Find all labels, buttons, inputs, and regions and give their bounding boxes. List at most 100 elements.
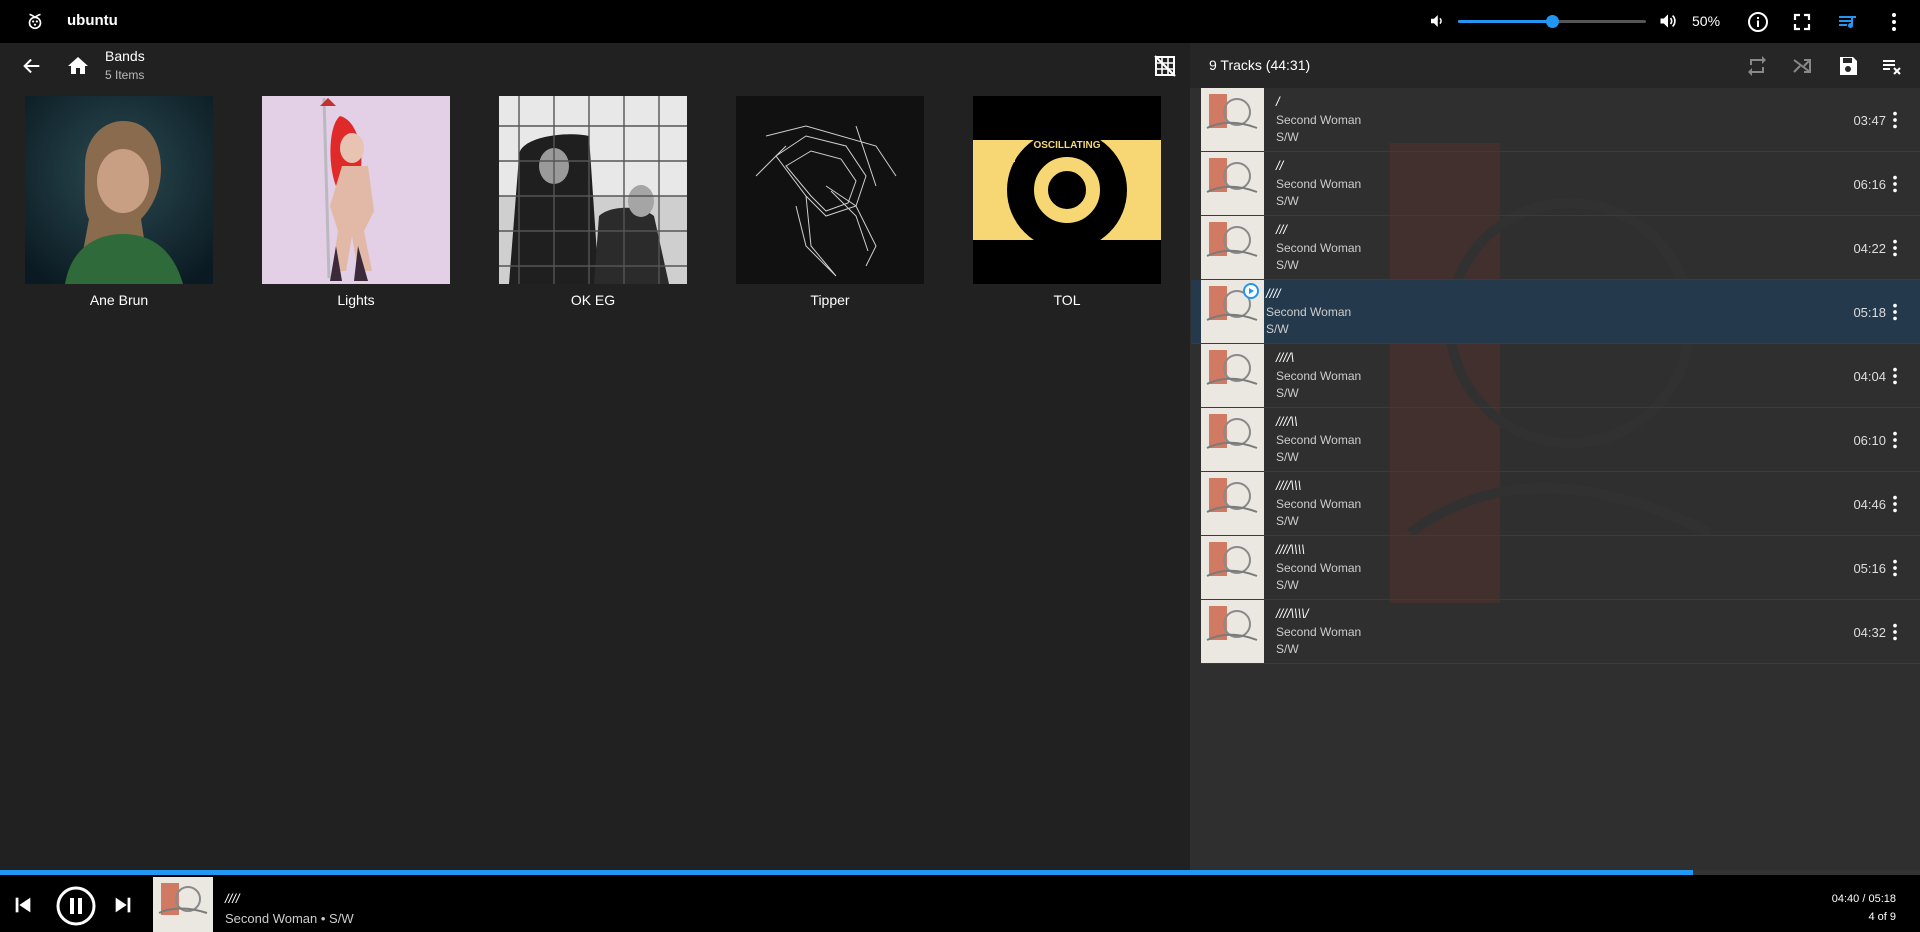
band-card-tol[interactable]: OSCILLATING TOL <box>973 96 1161 308</box>
band-name: Tipper <box>810 292 850 308</box>
volume-down-icon[interactable] <box>1428 12 1446 30</box>
track-artist: Second Woman <box>1276 497 1362 511</box>
track-duration: 04:04 <box>1853 369 1886 384</box>
queue-position: 4 of 9 <box>1868 911 1896 923</box>
save-icon[interactable] <box>1836 54 1860 78</box>
queue-track-row[interactable]: // Second Woman S/W 06:16 <box>1201 152 1920 216</box>
band-cover[interactable]: OSCILLATING <box>973 96 1161 284</box>
track-title: ////\\ <box>1276 414 1298 429</box>
track-thumbnail <box>1201 536 1264 599</box>
track-artist: Second Woman <box>1276 561 1362 575</box>
track-thumbnail <box>1201 600 1264 663</box>
host-name: ubuntu <box>67 12 118 29</box>
track-artist: Second Woman <box>1266 305 1352 319</box>
track-thumbnail <box>1201 280 1264 343</box>
playback-time: 04:40 / 05:18 <box>1831 893 1896 905</box>
browse-header: Bands 5 Items <box>0 43 1190 88</box>
now-playing-title: //// <box>225 891 240 906</box>
track-artist: Second Woman <box>1276 625 1362 639</box>
queue-track-row[interactable]: /// Second Woman S/W 04:22 <box>1201 216 1920 280</box>
band-name: TOL <box>1053 292 1081 308</box>
queue-track-row[interactable]: ////\\\\/ Second Woman S/W 04:32 <box>1201 600 1920 664</box>
page-title: Bands <box>105 48 145 64</box>
now-playing-art[interactable] <box>153 877 213 932</box>
track-album: S/W <box>1276 578 1299 592</box>
track-title: ////\\\\/ <box>1276 606 1309 621</box>
shuffle-icon[interactable] <box>1790 54 1814 78</box>
band-name: OK EG <box>570 292 616 308</box>
track-title: //// <box>1266 286 1281 301</box>
track-album: S/W <box>1276 130 1299 144</box>
track-album: S/W <box>1276 450 1299 464</box>
more-vert-icon[interactable] <box>1882 10 1906 34</box>
home-icon[interactable] <box>66 54 90 78</box>
track-title: ////\\\\ <box>1276 542 1305 557</box>
track-duration: 05:18 <box>1853 305 1886 320</box>
queue-track-row[interactable]: ////\\\ Second Woman S/W 04:46 <box>1201 472 1920 536</box>
skip-next-icon[interactable] <box>112 894 134 916</box>
track-duration: 04:46 <box>1853 497 1886 512</box>
volume-up-icon[interactable] <box>1658 11 1678 31</box>
more-vert-icon[interactable] <box>1884 493 1906 515</box>
queue-track-row[interactable]: ////\\\\ Second Woman S/W 05:16 <box>1201 536 1920 600</box>
band-card-ok-eg[interactable]: OK EG <box>499 96 687 308</box>
band-cover[interactable] <box>262 96 450 284</box>
queue-track-row[interactable]: ////\ Second Woman S/W 04:04 <box>1201 344 1920 408</box>
band-cover[interactable] <box>499 96 687 284</box>
track-thumbnail <box>1201 344 1264 407</box>
queue-title: 9 Tracks (44:31) <box>1209 57 1311 73</box>
queue-panel: 9 Tracks (44:31) / Second Woman S/W 03:4 <box>1190 43 1920 870</box>
skip-previous-icon[interactable] <box>12 894 34 916</box>
band-card-ane-brun[interactable]: Ane Brun <box>25 96 213 308</box>
progress-bar[interactable] <box>0 870 1920 875</box>
fullscreen-icon[interactable] <box>1790 10 1814 34</box>
more-vert-icon[interactable] <box>1884 109 1906 131</box>
track-duration: 05:16 <box>1853 561 1886 576</box>
track-album: S/W <box>1276 194 1299 208</box>
player-bar: //// Second Woman • S/W 04:40 / 05:18 4 … <box>0 870 1920 932</box>
band-card-lights[interactable]: Lights <box>262 96 450 308</box>
item-count: 5 Items <box>105 68 145 82</box>
now-playing-subtitle: Second Woman • S/W <box>225 911 354 926</box>
queue-track-row[interactable]: //// Second Woman S/W 05:18 <box>1191 280 1920 344</box>
track-duration: 04:22 <box>1853 241 1886 256</box>
track-thumbnail <box>1201 88 1264 151</box>
clear-queue-icon[interactable] <box>1880 54 1904 78</box>
track-thumbnail <box>1201 216 1264 279</box>
tol-logo-ring: OSCILLATING <box>1033 140 1100 151</box>
track-thumbnail <box>1201 408 1264 471</box>
more-vert-icon[interactable] <box>1884 301 1906 323</box>
queue-track-row[interactable]: / Second Woman S/W 03:47 <box>1201 88 1920 152</box>
track-album: S/W <box>1266 322 1289 336</box>
track-artist: Second Woman <box>1276 113 1362 127</box>
band-card-tipper[interactable]: Tipper <box>736 96 924 308</box>
more-vert-icon[interactable] <box>1884 429 1906 451</box>
info-icon[interactable] <box>1746 10 1770 34</box>
band-cover[interactable] <box>25 96 213 284</box>
track-album: S/W <box>1276 514 1299 528</box>
queue-header: 9 Tracks (44:31) <box>1190 43 1920 88</box>
raspberry-icon[interactable] <box>24 10 46 32</box>
volume-slider-fill <box>1458 20 1552 23</box>
volume-percent: 50% <box>1692 13 1721 29</box>
more-vert-icon[interactable] <box>1884 237 1906 259</box>
queue-music-icon[interactable] <box>1836 10 1860 34</box>
more-vert-icon[interactable] <box>1884 557 1906 579</box>
track-title: // <box>1276 158 1284 173</box>
more-vert-icon[interactable] <box>1884 365 1906 387</box>
track-title: /// <box>1276 222 1287 237</box>
pause-icon[interactable] <box>55 885 97 927</box>
queue-track-row[interactable]: ////\\ Second Woman S/W 06:10 <box>1201 408 1920 472</box>
track-album: S/W <box>1276 386 1299 400</box>
volume-slider-thumb[interactable] <box>1546 15 1559 28</box>
volume-slider[interactable] <box>1458 15 1646 28</box>
more-vert-icon[interactable] <box>1884 173 1906 195</box>
more-vert-icon[interactable] <box>1884 621 1906 643</box>
repeat-icon[interactable] <box>1745 54 1769 78</box>
track-duration: 03:47 <box>1853 113 1886 128</box>
grid-off-icon[interactable] <box>1153 54 1177 78</box>
arrow-back-icon[interactable] <box>21 55 43 77</box>
band-cover[interactable] <box>736 96 924 284</box>
top-bar: ubuntu 50% <box>0 0 1920 43</box>
track-album: S/W <box>1276 258 1299 272</box>
